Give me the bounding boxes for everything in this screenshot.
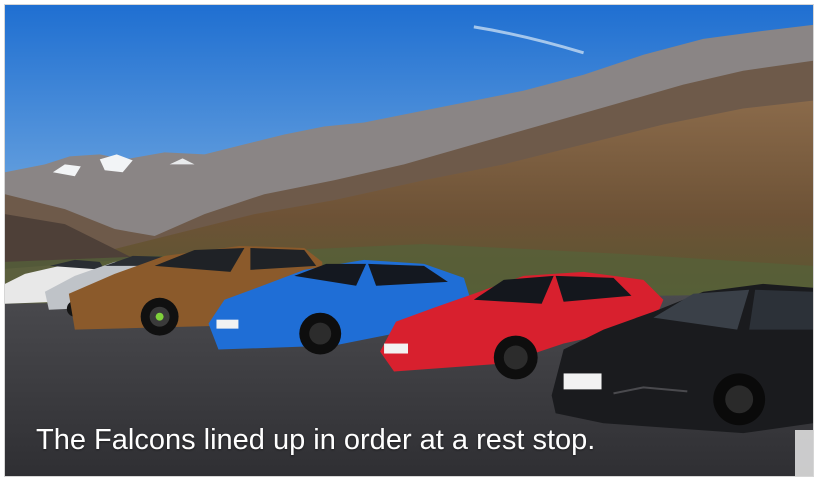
- photo-caption: The Falcons lined up in order at a rest …: [36, 424, 596, 456]
- corner-overlay: [795, 430, 813, 476]
- photo-frame: The Falcons lined up in order at a rest …: [4, 4, 814, 477]
- mountain-cars-photo: [5, 5, 813, 476]
